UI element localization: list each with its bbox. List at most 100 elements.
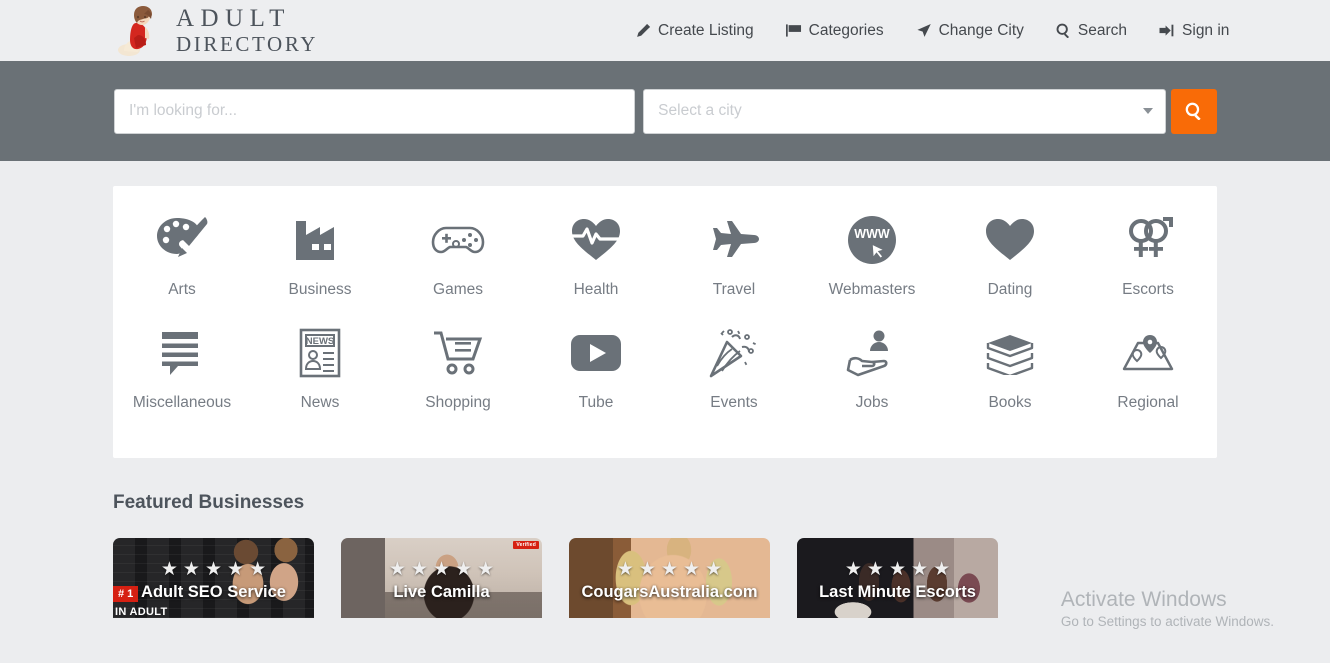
nav-change-city[interactable]: Change City (916, 22, 1024, 40)
category-label: Business (288, 281, 352, 298)
www-circle-icon: WWW (846, 212, 898, 268)
category-row-1: Arts Business Games Health Travel WWW We… (113, 212, 1217, 299)
category-jobs[interactable]: Jobs (803, 325, 941, 412)
search-icon (1056, 23, 1069, 38)
svg-text:WWW: WWW (854, 227, 890, 241)
newspaper-icon: NEWS (298, 325, 342, 381)
nav-label: Change City (938, 21, 1024, 39)
gender-symbols-icon (1122, 212, 1174, 268)
nav-sign-in[interactable]: Sign in (1159, 22, 1229, 40)
featured-card[interactable]: ★ ★ ★ ★ ★ # 1 IN ADULT Adult SEO Service (113, 538, 314, 618)
card-title: CougarsAustralia.com (581, 583, 758, 601)
nav-search[interactable]: Search (1056, 22, 1127, 40)
star-icon: ★ (410, 559, 428, 580)
star-icon: ★ (204, 559, 223, 580)
star-icon: ★ (911, 559, 929, 580)
category-arts[interactable]: Arts (113, 212, 251, 299)
rating-stars: ★ ★ ★ ★ ★ (569, 560, 770, 579)
corner-badge: Verified (513, 541, 539, 549)
nav-categories[interactable]: Categories (785, 22, 884, 40)
city-select[interactable]: Select a city (643, 88, 1167, 134)
star-icon: ★ (638, 559, 656, 580)
category-label: Webmasters (828, 281, 916, 298)
category-label: Shopping (425, 394, 491, 411)
city-select-wrapper: Select a city (643, 88, 1167, 134)
category-shopping[interactable]: Shopping (389, 325, 527, 412)
rating-stars: ★ ★ ★ ★ ★ (341, 560, 542, 579)
site-header: ADULT DIRECTORY Create Listing Categorie… (0, 0, 1330, 61)
palette-icon (155, 212, 209, 268)
nav-label: Create Listing (658, 21, 754, 39)
svg-text:NEWS: NEWS (306, 336, 335, 347)
featured-card[interactable]: Verified ★ ★ ★ ★ ★ Live Camilla (341, 538, 542, 618)
card-title: Adult SEO Service (141, 583, 286, 601)
flag-icon (785, 24, 801, 37)
category-label: Tube (578, 394, 614, 411)
location-arrow-icon (917, 23, 931, 37)
logo-wordmark: ADULT DIRECTORY (176, 6, 318, 55)
category-regional[interactable]: Regional (1079, 325, 1217, 412)
featured-card[interactable]: ★ ★ ★ ★ ★ CougarsAustralia.com (569, 538, 770, 618)
star-icon: ★ (888, 559, 907, 580)
category-books[interactable]: Books (941, 325, 1079, 412)
watermark-subtitle: Go to Settings to activate Windows. (1060, 614, 1274, 630)
airplane-icon (706, 212, 762, 268)
heart-icon (984, 212, 1036, 268)
logo-line-2: DIRECTORY (176, 32, 319, 56)
star-icon: ★ (477, 559, 495, 580)
category-news[interactable]: NEWS News (251, 325, 389, 412)
party-popper-icon (708, 325, 760, 381)
category-dating[interactable]: Dating (941, 212, 1079, 299)
featured-heading: Featured Businesses (113, 492, 305, 513)
logo-line-1: ADULT (176, 5, 291, 32)
category-label: Arts (168, 281, 196, 298)
card-title: Last Minute Escorts (819, 583, 976, 601)
shopping-cart-icon (432, 325, 484, 381)
category-label: Regional (1117, 394, 1179, 411)
category-row-2: Miscellaneous NEWS News Shopping Tube Ev… (113, 325, 1217, 412)
star-icon: ★ (616, 559, 634, 580)
site-logo[interactable]: ADULT DIRECTORY (118, 0, 318, 61)
search-submit-button[interactable] (1171, 88, 1217, 134)
category-travel[interactable]: Travel (665, 212, 803, 299)
search-input[interactable] (114, 88, 636, 134)
main-navigation: Create Listing Categories Change City Se… (636, 0, 1229, 61)
star-icon: ★ (432, 559, 451, 580)
featured-cards: ★ ★ ★ ★ ★ # 1 IN ADULT Adult SEO Service… (113, 538, 1217, 618)
category-label: Miscellaneous (132, 394, 232, 411)
rating-stars: ★ ★ ★ ★ ★ (797, 560, 998, 579)
category-escorts[interactable]: Escorts (1079, 212, 1217, 299)
books-stack-icon (983, 325, 1037, 381)
nav-create-listing[interactable]: Create Listing (636, 22, 754, 40)
nav-label: Search (1077, 21, 1128, 39)
star-icon: ★ (705, 559, 723, 580)
category-tube[interactable]: Tube (527, 325, 665, 412)
category-events[interactable]: Events (665, 325, 803, 412)
rating-stars: ★ ★ ★ ★ ★ (113, 560, 314, 579)
speech-bubble-icon (158, 325, 206, 381)
category-business[interactable]: Business (251, 212, 389, 299)
heartbeat-icon (570, 212, 622, 268)
category-label: Games (433, 281, 483, 298)
map-pins-icon (1121, 325, 1175, 381)
star-icon: ★ (866, 559, 884, 580)
category-label: Books (988, 394, 1032, 411)
star-icon: ★ (683, 559, 701, 580)
category-games[interactable]: Games (389, 212, 527, 299)
category-webmasters[interactable]: WWW Webmasters (803, 212, 941, 299)
category-health[interactable]: Health (527, 212, 665, 299)
category-label: Events (710, 394, 758, 411)
sign-in-icon (1159, 24, 1174, 37)
pencil-icon (637, 23, 651, 37)
category-miscellaneous[interactable]: Miscellaneous (113, 325, 251, 412)
featured-card[interactable]: ★ ★ ★ ★ ★ Last Minute Escorts (797, 538, 998, 618)
category-label: News (300, 394, 340, 411)
category-label: Dating (987, 281, 1033, 298)
category-label: Escorts (1122, 281, 1174, 298)
category-panel: Arts Business Games Health Travel WWW We… (113, 186, 1217, 458)
search-icon (1185, 102, 1201, 120)
gamepad-icon (430, 212, 486, 268)
category-label: Health (573, 281, 619, 298)
nav-label: Sign in (1182, 21, 1230, 39)
star-icon: ★ (933, 559, 951, 580)
